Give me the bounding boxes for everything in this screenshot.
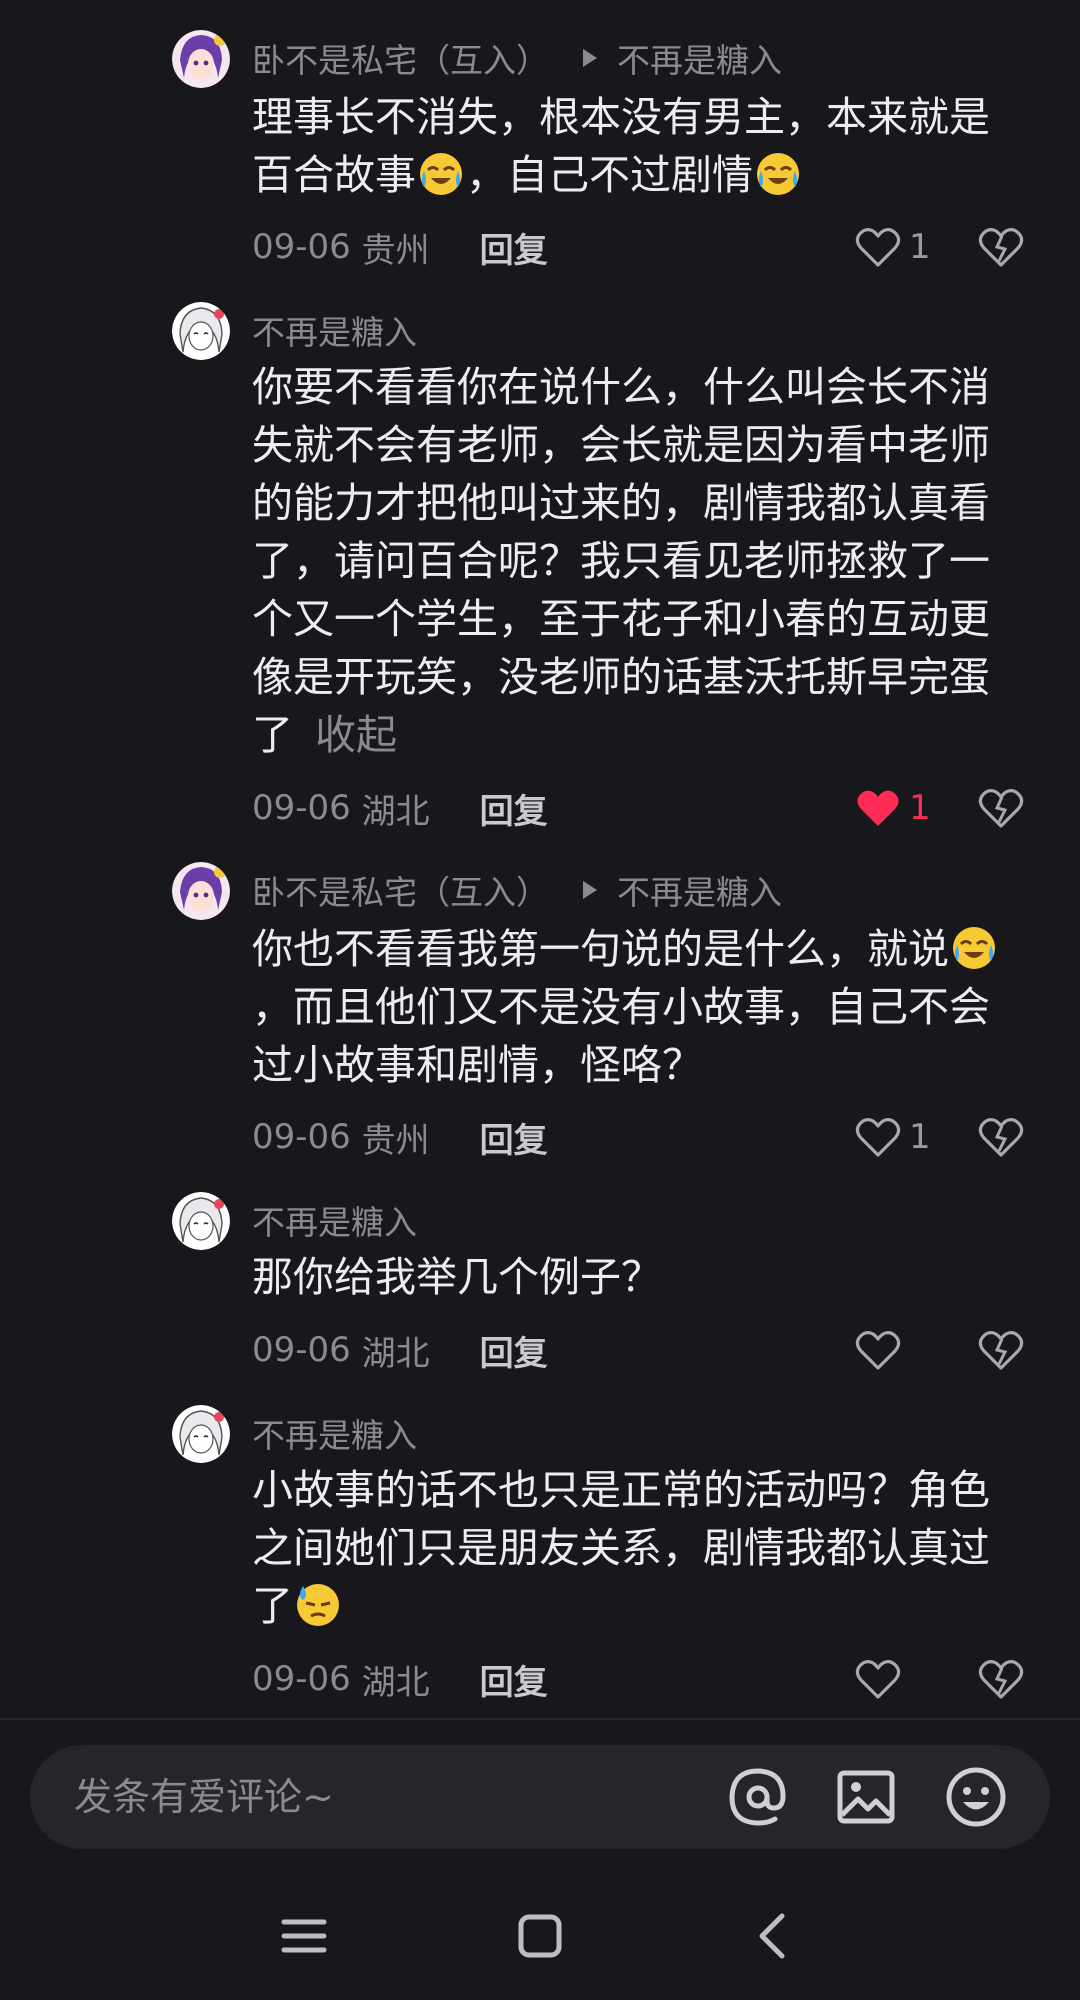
dislike-icon[interactable] <box>978 1114 1024 1160</box>
dislike-icon[interactable] <box>978 1656 1024 1702</box>
heart-filled-icon <box>857 790 899 826</box>
heart-outline-icon <box>855 1331 901 1370</box>
avatar[interactable] <box>172 1192 230 1250</box>
laugh-cry-emoji-icon <box>951 925 997 971</box>
reply-to-author[interactable]: 不再是糖入 <box>617 866 782 914</box>
like-count: 1 <box>909 227 931 267</box>
comment-author-line: 不再是糖入 <box>252 310 417 352</box>
reply-arrow-icon <box>583 881 597 899</box>
comment-author[interactable]: 不再是糖入 <box>252 1409 417 1457</box>
purple-hair-avatar-icon <box>172 30 230 88</box>
collapse-link[interactable]: 收起 <box>315 711 397 759</box>
reply-button[interactable]: 回复 <box>480 1113 548 1162</box>
avatar[interactable] <box>172 1405 230 1463</box>
comment-meta: 09-06 湖北 回复 <box>252 783 548 833</box>
comment-location: 湖北 <box>361 1662 430 1703</box>
heart-outline-icon <box>855 228 901 267</box>
like-count: 1 <box>909 788 931 828</box>
purple-hair-avatar-icon <box>172 862 230 920</box>
dislike-icon[interactable] <box>978 1327 1024 1373</box>
comment-meta: 09-06 贵州 回复 <box>252 222 548 272</box>
white-hair-avatar-icon <box>172 1192 230 1250</box>
dislike-icon[interactable] <box>978 785 1024 831</box>
dislike-icon[interactable] <box>978 224 1024 270</box>
comment-meta: 09-06 湖北 回复 <box>252 1654 548 1704</box>
comment-date: 09-06 <box>252 1117 351 1157</box>
comment-text-part: 你也不看看我第一句说的是什么，就说 <box>252 925 949 973</box>
like-button[interactable]: 1 <box>855 783 931 833</box>
reply-to-author[interactable]: 不再是糖入 <box>617 34 782 82</box>
divider <box>0 1718 1080 1720</box>
comment-text[interactable]: 理事长不消失，根本没有男主，本来就是百合故事 ，自己不过剧情 <box>252 88 1022 204</box>
home-icon[interactable] <box>512 1908 568 1964</box>
reply-button[interactable]: 回复 <box>480 784 548 833</box>
comment-date: 09-06 <box>252 227 351 267</box>
heart-outline-icon <box>855 1118 901 1157</box>
heart-outline-icon <box>855 1660 901 1699</box>
comment-meta: 09-06 湖北 回复 <box>252 1325 548 1375</box>
comment-author-line: 不再是糖入 <box>252 1200 417 1242</box>
comment-text-part: 那你给我举几个例子？ <box>252 1253 662 1301</box>
comment-text-part: 小故事的话不也只是正常的活动吗？角色之间她们只是朋友关系，剧情我都认真过了 <box>252 1466 990 1630</box>
avatar[interactable] <box>172 30 230 88</box>
comment-text[interactable]: 那你给我举几个例子？ <box>252 1248 1022 1306</box>
emoji-icon[interactable] <box>944 1765 1008 1829</box>
comment-location: 贵州 <box>361 1120 430 1161</box>
like-button[interactable] <box>855 1654 909 1704</box>
sweat-emoji-icon <box>295 1582 341 1628</box>
comment-input[interactable] <box>74 1745 694 1849</box>
comment-meta: 09-06 贵州 回复 <box>252 1112 548 1162</box>
reply-button[interactable]: 回复 <box>480 223 548 272</box>
comment-author[interactable]: 卧不是私宅（互入） <box>252 34 549 82</box>
white-hair-avatar-icon <box>172 1405 230 1463</box>
like-button[interactable]: 1 <box>855 1112 931 1162</box>
comment-location: 湖北 <box>361 1333 430 1374</box>
like-button[interactable] <box>855 1325 909 1375</box>
comment-text-part: ，自己不过剧情 <box>466 151 753 199</box>
comment-author[interactable]: 不再是糖入 <box>252 306 417 354</box>
like-count: 1 <box>909 1117 931 1157</box>
like-button[interactable]: 1 <box>855 222 931 272</box>
comment-location: 湖北 <box>361 791 430 832</box>
image-icon[interactable] <box>834 1765 898 1829</box>
comment-text-part: 你要不看看你在说什么，什么叫会长不消失就不会有老师，会长就是因为看中老师的能力才… <box>252 363 990 759</box>
avatar[interactable] <box>172 302 230 360</box>
comment-date: 09-06 <box>252 788 351 828</box>
comment-author[interactable]: 不再是糖入 <box>252 1196 417 1244</box>
comment-date: 09-06 <box>252 1330 351 1370</box>
reply-arrow-icon <box>583 49 597 67</box>
comment-text[interactable]: 你也不看看我第一句说的是什么，就说 ，而且他们又不是没有小故事，自己不会过小故事和… <box>252 920 1022 1094</box>
laugh-cry-emoji-icon <box>418 151 464 197</box>
comment-text-part: ，而且他们又不是没有小故事，自己不会过小故事和剧情，怪咯？ <box>252 983 990 1089</box>
comment-author-line: 卧不是私宅（互入） 不再是糖入 <box>252 38 782 80</box>
system-nav-bar <box>0 1880 1080 2000</box>
laugh-cry-emoji-icon <box>755 151 801 197</box>
comment-text[interactable]: 小故事的话不也只是正常的活动吗？角色之间她们只是朋友关系，剧情我都认真过了 <box>252 1461 1022 1635</box>
comment-location: 贵州 <box>361 230 430 271</box>
reply-button[interactable]: 回复 <box>480 1326 548 1375</box>
comment-composer <box>30 1745 1050 1849</box>
back-icon[interactable] <box>746 1908 802 1964</box>
comment-author-line: 不再是糖入 <box>252 1413 417 1455</box>
comment-author-line: 卧不是私宅（互入） 不再是糖入 <box>252 870 782 912</box>
comment-author[interactable]: 卧不是私宅（互入） <box>252 866 549 914</box>
menu-icon[interactable] <box>276 1908 332 1964</box>
avatar[interactable] <box>172 862 230 920</box>
comment-text[interactable]: 你要不看看你在说什么，什么叫会长不消失就不会有老师，会长就是因为看中老师的能力才… <box>252 358 1022 764</box>
comment-date: 09-06 <box>252 1659 351 1699</box>
at-icon[interactable] <box>726 1765 790 1829</box>
reply-button[interactable]: 回复 <box>480 1655 548 1704</box>
white-hair-avatar-icon <box>172 302 230 360</box>
